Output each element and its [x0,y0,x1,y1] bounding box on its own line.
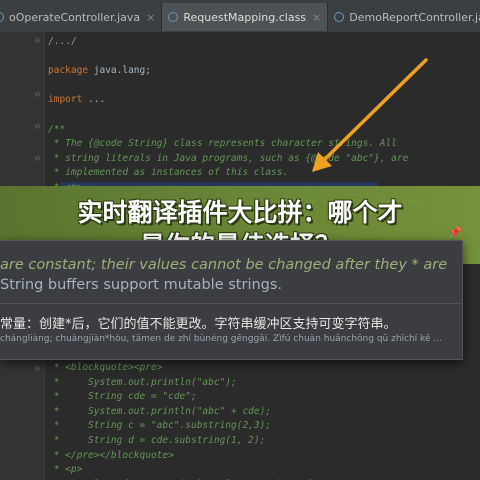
annotation-arrow-icon [312,58,428,172]
